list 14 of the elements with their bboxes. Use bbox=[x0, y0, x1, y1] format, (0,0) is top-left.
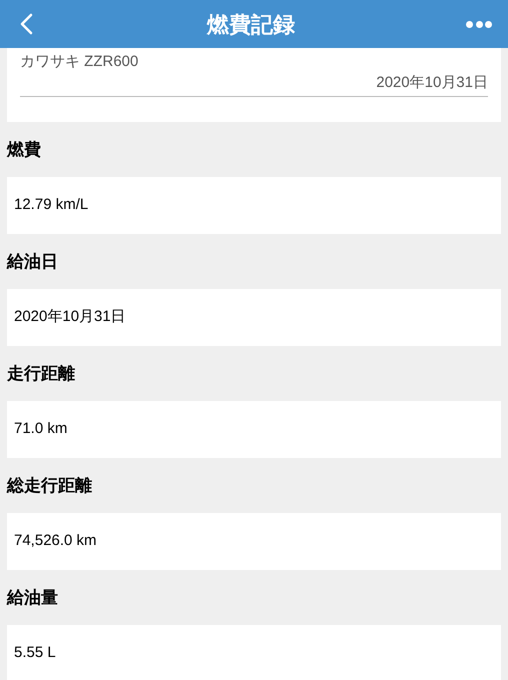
field-label: 燃費 bbox=[7, 138, 41, 161]
more-options-icon[interactable] bbox=[466, 20, 492, 28]
record-date: 2020年10月31日 bbox=[376, 73, 488, 93]
field-label: 給油日 bbox=[7, 250, 58, 273]
field-label: 走行距離 bbox=[7, 362, 75, 385]
field-value: 71.0 km bbox=[7, 401, 501, 458]
field-value: 2020年10月31日 bbox=[7, 289, 501, 346]
field-value: 5.55 L bbox=[7, 625, 501, 680]
header-title: 燃費記録 bbox=[207, 10, 295, 38]
field-value: 74,526.0 km bbox=[7, 513, 501, 570]
vehicle-name: カワサキ ZZR600 bbox=[20, 52, 140, 72]
field-label: 総走行距離 bbox=[7, 474, 92, 497]
field-value: 12.79 km/L bbox=[7, 177, 501, 234]
field-label: 給油量 bbox=[7, 586, 58, 609]
